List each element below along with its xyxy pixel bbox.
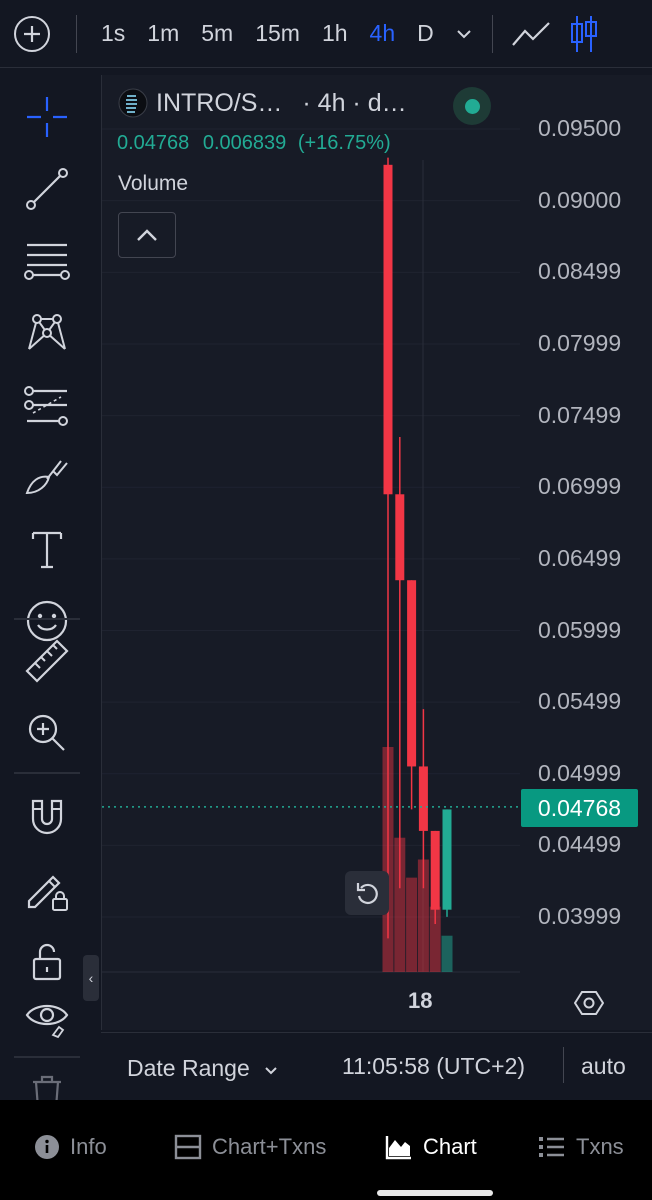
area-chart-icon (385, 1136, 411, 1160)
candle-body (430, 830, 440, 910)
symbol-name: INTRO/S… (156, 88, 283, 117)
split-view-icon (174, 1134, 202, 1160)
nav-txns-label: Txns (576, 1134, 624, 1159)
chart-settings-button[interactable] (573, 988, 605, 1018)
price-axis-label: 0.05999 (538, 616, 622, 643)
chevron-down-icon (265, 1067, 277, 1075)
price-axis-label: 0.05499 (538, 688, 622, 715)
candle-body (383, 164, 393, 495)
legend-change: 0.006839 (202, 132, 287, 154)
market-status-indicator[interactable] (453, 87, 491, 125)
date-range-label: Date Range (127, 1055, 250, 1081)
price-axis-label: 0.04999 (538, 759, 622, 786)
nav-info[interactable]: Info (34, 1134, 107, 1160)
nav-txns[interactable]: Txns (538, 1134, 624, 1160)
bottom-navigation: Info Chart+Txns Chart Txns (0, 1100, 652, 1200)
home-indicator (377, 1190, 493, 1196)
auto-scale-toggle[interactable]: auto (581, 1053, 626, 1080)
collapse-legend-button[interactable] (118, 212, 176, 258)
volume-study-label[interactable]: Volume (118, 172, 188, 196)
price-axis-label: 0.06999 (538, 473, 622, 500)
reset-icon (356, 883, 378, 905)
price-axis-label: 0.09000 (538, 186, 622, 213)
time-axis-label: 18 (408, 988, 433, 1013)
legend-last-price: 0.04768 (117, 132, 190, 154)
reset-chart-button[interactable] (345, 871, 389, 915)
token-logo-icon (118, 88, 148, 118)
list-icon (539, 1137, 564, 1157)
settings-hexagon-icon (573, 991, 605, 1015)
current-price-tag: 0.04768 (521, 789, 638, 827)
chevron-up-icon (137, 229, 157, 241)
bottom-bar-divider (563, 1047, 564, 1083)
price-axis-label: 0.03999 (538, 903, 622, 929)
nav-chart-label: Chart (423, 1134, 477, 1159)
volume-bar (406, 877, 418, 972)
price-axis-label: 0.09500 (538, 115, 622, 141)
price-axis-label: 0.07999 (538, 330, 622, 356)
price-axis-label: 0.07499 (538, 401, 622, 428)
candlesticks (383, 157, 452, 939)
volume-bars (382, 747, 453, 972)
info-icon (35, 1135, 59, 1159)
legend-change-pct: (+16.75%) (297, 132, 391, 154)
date-range-selector[interactable]: Date Range (127, 1055, 278, 1082)
nav-info-label: Info (70, 1134, 107, 1159)
candle-body (418, 766, 428, 831)
nav-chart[interactable]: Chart (385, 1134, 477, 1160)
legend-values: 0.04768 0.006839 (+16.75%) (117, 132, 391, 155)
candle-body (442, 809, 452, 910)
volume-bar (441, 935, 453, 972)
candle-body (407, 580, 417, 767)
chart-bottom-bar: Date Range 11:05:58 (UTC+2) auto (101, 1032, 652, 1100)
nav-chart-txns[interactable]: Chart+Txns (174, 1134, 326, 1160)
nav-chart-txns-label: Chart+Txns (212, 1134, 327, 1159)
price-axis-label: 0.04499 (538, 831, 622, 858)
price-axis-label: 0.08499 (538, 258, 622, 285)
price-axis-label: 0.06499 (538, 544, 622, 571)
candle-body (395, 494, 405, 581)
interval-source: · 4h · d… (302, 88, 407, 117)
symbol-legend[interactable]: INTRO/S… · 4h · d… (118, 88, 407, 118)
live-dot-icon (464, 98, 480, 114)
timezone-clock[interactable]: 11:05:58 (UTC+2) (342, 1053, 525, 1080)
